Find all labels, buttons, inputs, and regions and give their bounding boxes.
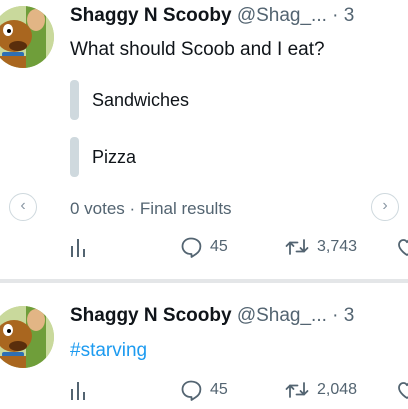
retweet-button[interactable]: 3,743 [285, 232, 357, 262]
tweet-actions: 45 2,048 [0, 375, 408, 405]
avatar[interactable] [0, 306, 54, 368]
poll-option-label: Pizza [92, 147, 137, 167]
tweet-actions: 45 3,743 [0, 232, 408, 262]
timestamp-separator: · 3 [332, 5, 355, 26]
retweet-button[interactable]: 2,048 [285, 375, 357, 405]
tweet-header: Shaggy N Scooby @Shag_... · 3 [70, 4, 408, 28]
scooby-shaggy-avatar-icon [0, 6, 54, 68]
retweet-count: 3,743 [317, 238, 358, 255]
bar-chart-icon [71, 239, 85, 257]
like-button[interactable] [396, 375, 408, 405]
analytics-button[interactable] [70, 232, 86, 262]
retweet-icon [285, 239, 309, 255]
heart-icon [398, 239, 408, 256]
heart-icon [398, 382, 408, 399]
reply-count: 45 [210, 238, 228, 255]
reply-icon [181, 380, 202, 401]
display-name[interactable]: Shaggy N Scooby [70, 305, 232, 326]
retweet-icon [285, 382, 309, 398]
analytics-button[interactable] [70, 375, 86, 405]
poll-result-bar [70, 80, 79, 120]
like-button[interactable] [396, 232, 408, 262]
poll-option-sandwiches: Sandwiches [70, 80, 400, 120]
reply-icon [181, 237, 202, 258]
user-handle[interactable]: @Shag_... [237, 305, 327, 326]
timestamp-separator: · 3 [332, 305, 355, 326]
poll-tweet[interactable]: Shaggy N Scooby @Shag_... · 3 What shoul… [0, 0, 408, 278]
scooby-shaggy-avatar-icon [0, 306, 54, 368]
tweet-divider [0, 279, 408, 283]
reply-button[interactable]: 45 [180, 375, 228, 405]
tweet-text: What should Scoob and I eat? [70, 39, 325, 60]
reply-button[interactable]: 45 [180, 232, 228, 262]
hashtag-link[interactable]: #starving [70, 339, 147, 363]
poll-option-pizza: Pizza [70, 137, 400, 177]
display-name[interactable]: Shaggy N Scooby [70, 5, 232, 26]
hashtag-tweet[interactable]: Shaggy N Scooby @Shag_... · 3 #starving … [0, 284, 408, 409]
next-button[interactable]: › [371, 193, 399, 221]
poll-option-label: Sandwiches [92, 90, 190, 110]
avatar[interactable] [0, 6, 54, 68]
user-handle[interactable]: @Shag_... [237, 5, 327, 26]
poll-results-summary: 0 votes · Final results [70, 199, 232, 218]
bar-chart-icon [71, 382, 85, 400]
tweet-header: Shaggy N Scooby @Shag_... · 3 [70, 304, 408, 328]
previous-button[interactable]: ‹ [9, 193, 37, 221]
retweet-count: 2,048 [317, 381, 358, 398]
chevron-right-icon: › [382, 197, 388, 214]
reply-count: 45 [210, 381, 228, 398]
poll-result-bar [70, 137, 79, 177]
chevron-left-icon: ‹ [20, 197, 26, 214]
